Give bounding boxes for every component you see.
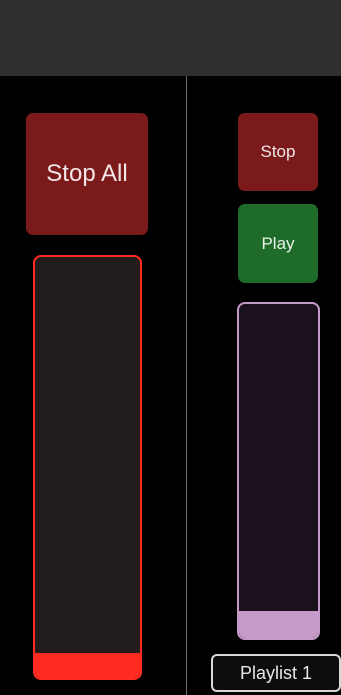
playlist-play-button[interactable]: Play	[238, 204, 318, 283]
mixer-panel: Stop All Stop Play Playlist 1	[0, 0, 341, 695]
playlist-stop-button[interactable]: Stop	[238, 113, 318, 191]
playlist-volume-fader[interactable]	[237, 302, 320, 640]
master-fader-level	[35, 652, 140, 678]
stop-all-button[interactable]: Stop All	[26, 113, 148, 235]
column-divider	[186, 76, 187, 695]
master-volume-fader[interactable]	[33, 255, 142, 680]
playlist-fader-level	[239, 611, 318, 638]
header-bar	[0, 0, 341, 76]
playlist-name-label[interactable]: Playlist 1	[211, 654, 341, 692]
